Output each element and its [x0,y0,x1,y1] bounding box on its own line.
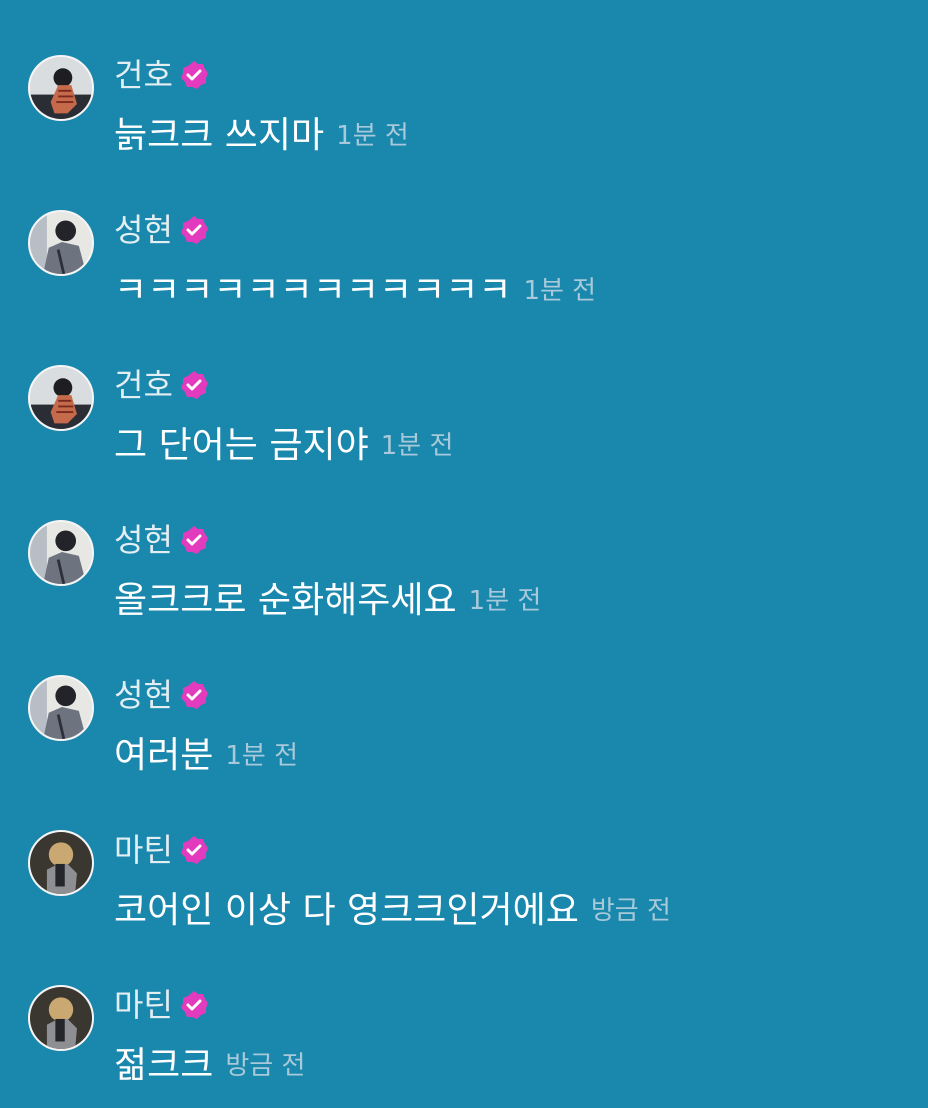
message-text: 여러분 [114,735,214,776]
username[interactable]: 마틴 [114,985,173,1025]
verified-badge-icon [179,215,209,245]
username[interactable]: 성현 [114,210,173,250]
timestamp: 방금 전 [590,896,671,926]
timestamp: 1분 전 [468,586,542,616]
message-text: 코어인 이상 다 영크크인거에요 [114,890,579,931]
verified-badge-icon [179,680,209,710]
message-text: 늙크크 쓰지마 [114,115,325,156]
timestamp: 1분 전 [523,276,597,306]
avatar[interactable] [28,210,94,276]
timestamp: 1분 전 [380,431,454,461]
avatar[interactable] [28,830,94,896]
avatar[interactable] [28,365,94,431]
chat-message: 마틴 코어인 이상 다 영크크인거에요 방금 전 [0,830,928,950]
username[interactable]: 건호 [114,55,173,95]
message-text: 젊크크 [114,1045,214,1086]
chat-message: 성현 올크크로 순화해주세요 1분 전 [0,520,928,640]
username[interactable]: 성현 [114,520,173,560]
verified-badge-icon [179,990,209,1020]
verified-badge-icon [179,835,209,865]
username[interactable]: 건호 [114,365,173,405]
avatar[interactable] [28,55,94,121]
avatar[interactable] [28,985,94,1051]
message-text: 그 단어는 금지야 [114,425,369,466]
verified-badge-icon [179,370,209,400]
avatar[interactable] [28,675,94,741]
chat-message: 건호 그 단어는 금지야 1분 전 [0,365,928,485]
verified-badge-icon [179,525,209,555]
timestamp: 1분 전 [336,121,409,151]
timestamp: 1분 전 [225,741,299,771]
username[interactable]: 성현 [114,675,173,715]
message-text: 올크크로 순화해주세요 [114,580,457,621]
verified-badge-icon [179,60,209,90]
chat-message: 성현 여러분 1분 전 [0,675,928,795]
chat-feed: 건호 늙크크 쓰지마 1분 전 성현 ㅋㅋㅋㅋㅋㅋㅋㅋㅋㅋㅋㅋ 1분 전 건호 … [0,0,928,1108]
username[interactable]: 마틴 [114,830,173,870]
timestamp: 방금 전 [225,1051,306,1081]
avatar[interactable] [28,520,94,586]
chat-message: 성현 ㅋㅋㅋㅋㅋㅋㅋㅋㅋㅋㅋㅋ 1분 전 [0,210,928,330]
chat-message: 마틴 젊크크 방금 전 [0,985,928,1105]
chat-message: 건호 늙크크 쓰지마 1분 전 [0,55,928,175]
message-text: ㅋㅋㅋㅋㅋㅋㅋㅋㅋㅋㅋㅋ [114,270,512,311]
